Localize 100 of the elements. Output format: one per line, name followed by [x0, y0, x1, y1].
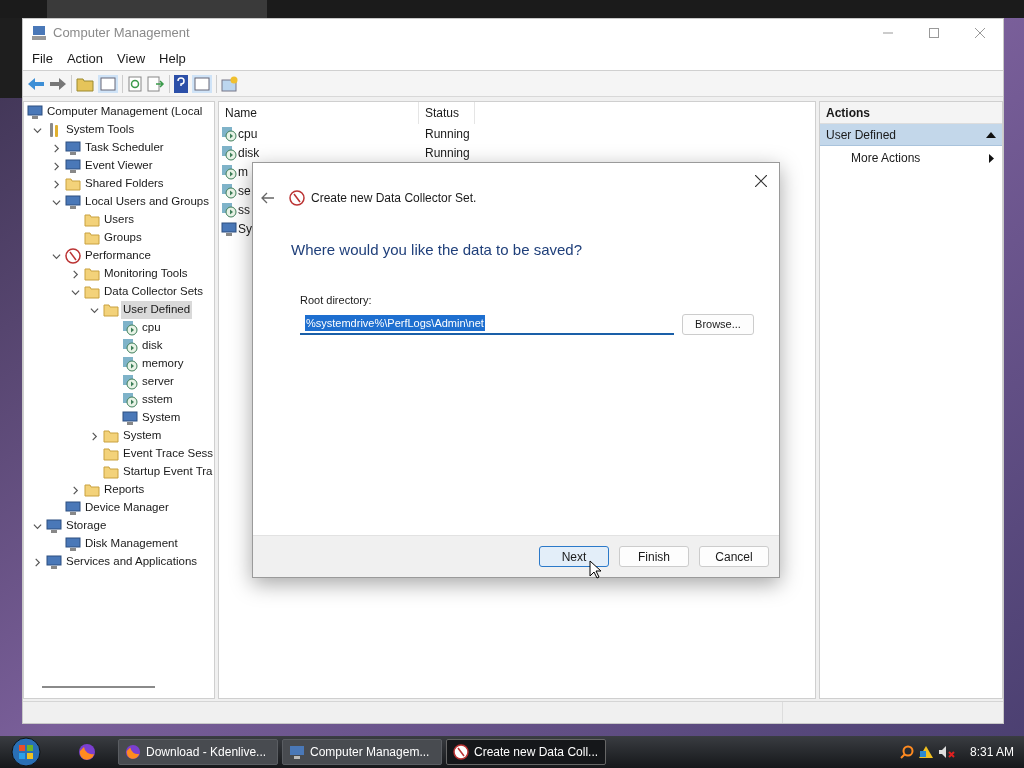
list-item[interactable]: Sy	[238, 219, 252, 238]
dialog-button[interactable]: Next	[539, 546, 609, 567]
dialog-button[interactable]: Finish	[619, 546, 689, 567]
app-icon	[31, 25, 47, 41]
tree-item[interactable]: Shared Folders	[83, 175, 166, 193]
back-arrow-icon[interactable]	[27, 76, 45, 91]
window-star-icon[interactable]	[221, 75, 239, 92]
column-header[interactable]: Name	[219, 102, 419, 124]
directory-field[interactable]: %systemdrive%\PerfLogs\Admin\net	[300, 313, 674, 335]
expand-chevron-icon[interactable]	[51, 161, 61, 171]
folder-icon	[84, 483, 100, 497]
clock[interactable]: 8:31 AM	[969, 743, 1014, 761]
tree-item[interactable]: Performance	[83, 247, 153, 265]
tree-item[interactable]: memory	[140, 355, 186, 373]
warning-icon[interactable]	[917, 745, 934, 759]
folder-icon	[84, 231, 100, 245]
panel-toggle-icon[interactable]	[98, 74, 118, 93]
tree-item[interactable]: Event Trace Sess	[121, 445, 216, 463]
tree-item[interactable]: Reports	[102, 481, 147, 499]
expand-chevron-icon[interactable]	[70, 485, 80, 495]
tree-item[interactable]: Data Collector Sets	[102, 283, 206, 301]
tree-item[interactable]: Computer Management (Local	[45, 103, 205, 121]
tree-item[interactable]: Monitoring Tools	[102, 265, 190, 283]
browser-icon	[125, 744, 141, 760]
list-item[interactable]: se	[238, 181, 251, 200]
collapse-chevron-icon[interactable]	[89, 305, 99, 315]
collapse-chevron-icon[interactable]	[32, 125, 42, 135]
expand-chevron-icon[interactable]	[51, 179, 61, 189]
actions-section[interactable]: User Defined	[820, 124, 1002, 146]
computer-icon	[65, 536, 81, 552]
tree-item[interactable]: disk	[140, 337, 165, 355]
tree-item[interactable]: System	[140, 409, 183, 427]
tree-item[interactable]: Local Users and Groups	[83, 193, 211, 211]
maximize-icon[interactable]	[929, 28, 939, 38]
folder-icon	[84, 285, 100, 299]
expand-chevron-icon[interactable]	[32, 557, 42, 567]
browser-icon[interactable]	[78, 743, 96, 761]
tree-item[interactable]: server	[140, 373, 176, 391]
window-title: Computer Management	[53, 24, 190, 43]
column-header[interactable]: Status	[419, 102, 475, 124]
submenu-arrow-icon	[989, 153, 994, 163]
tree-item[interactable]: System Tools	[64, 121, 137, 139]
start-orb-icon	[11, 737, 41, 767]
list-item[interactable]: ss	[238, 200, 250, 219]
tree-item[interactable]: Task Scheduler	[83, 139, 166, 157]
panel-toggle-icon[interactable]	[192, 74, 212, 93]
folder-icon	[103, 447, 119, 461]
close-icon[interactable]	[755, 175, 767, 187]
folder-icon	[84, 213, 100, 227]
collector-icon	[221, 144, 237, 161]
tree-item[interactable]: Users	[102, 211, 137, 229]
horizontal-scrollbar[interactable]	[42, 686, 155, 688]
list-item[interactable]: disk	[238, 143, 260, 162]
help-icon[interactable]	[174, 74, 188, 93]
menu-item[interactable]: File	[25, 48, 60, 69]
tree-item[interactable]: Startup Event Tra	[121, 463, 215, 481]
computer-icon	[46, 554, 62, 570]
tree-item[interactable]: cpu	[140, 319, 163, 337]
expand-chevron-icon[interactable]	[51, 143, 61, 153]
menu-item[interactable]: View	[110, 48, 153, 69]
taskbar-task[interactable]: Computer Managem...	[282, 739, 442, 765]
back-arrow-icon[interactable]	[261, 192, 275, 204]
tree-item[interactable]: Device Manager	[83, 499, 171, 517]
refresh-icon[interactable]	[127, 75, 143, 92]
tree-item[interactable]: Storage	[64, 517, 109, 535]
gauge-icon	[289, 190, 305, 206]
tree-item[interactable]: Services and Applications	[64, 553, 200, 571]
collector-icon	[221, 182, 237, 199]
muted-speaker-icon[interactable]	[937, 745, 956, 759]
tree-item[interactable]: Disk Management	[83, 535, 180, 553]
forward-arrow-icon[interactable]	[49, 76, 67, 91]
list-item[interactable]: m	[238, 162, 248, 181]
collapse-chevron-icon[interactable]	[32, 521, 42, 531]
tree-item[interactable]: Groups	[102, 229, 144, 247]
collapse-chevron-icon[interactable]	[70, 287, 80, 297]
collapse-caret-icon[interactable]	[986, 131, 996, 138]
browse-button[interactable]: Browse...	[682, 313, 754, 335]
dialog-button[interactable]: Cancel	[699, 546, 769, 567]
collector-icon	[122, 320, 138, 336]
folder-icon	[84, 267, 100, 281]
gauge-icon	[453, 744, 469, 760]
collector-icon	[122, 392, 138, 408]
search-icon[interactable]	[899, 745, 914, 759]
collapse-chevron-icon[interactable]	[51, 251, 61, 261]
gauge-icon	[65, 248, 81, 264]
taskbar-task[interactable]: Download - Kdenlive...	[118, 739, 278, 765]
collapse-chevron-icon[interactable]	[51, 197, 61, 207]
tree-item[interactable]: System	[121, 427, 164, 445]
computer-icon	[221, 220, 237, 237]
expand-chevron-icon[interactable]	[70, 269, 80, 279]
list-item[interactable]: cpu	[238, 124, 258, 143]
export-icon[interactable]	[147, 75, 165, 92]
taskbar-task[interactable]: Create new Data Coll...	[446, 739, 606, 765]
menu-item[interactable]: Action	[59, 48, 111, 69]
expand-chevron-icon[interactable]	[89, 431, 99, 441]
tree-item[interactable]: User Defined	[121, 301, 193, 319]
tree-item[interactable]: sstem	[140, 391, 175, 409]
tree-item[interactable]: Event Viewer	[83, 157, 155, 175]
menu-item[interactable]: Help	[152, 48, 193, 69]
action-link[interactable]: More Actions	[820, 146, 1002, 170]
